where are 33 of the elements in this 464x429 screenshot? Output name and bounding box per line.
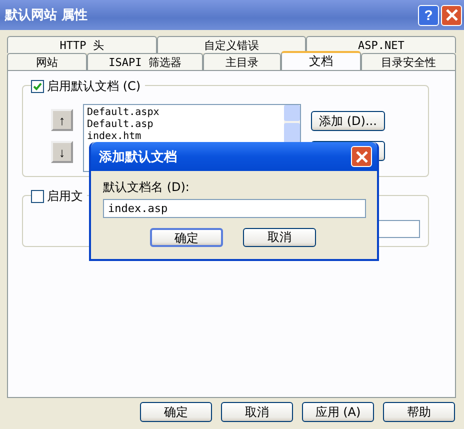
window-title: 默认网站 属性 xyxy=(5,7,89,24)
dialog-button[interactable]: 帮助 xyxy=(383,402,455,422)
move-up-button[interactable]: ↑ xyxy=(51,109,73,131)
checkbox[interactable] xyxy=(31,190,44,203)
tab[interactable]: 文档 xyxy=(281,51,361,70)
dialog-button[interactable]: 取消 xyxy=(221,402,293,422)
add-button[interactable]: 添加 (D)... xyxy=(311,111,385,131)
dialog-button[interactable]: 应用 (A) xyxy=(302,402,374,422)
close-icon xyxy=(444,8,458,22)
dialog-button[interactable]: 取消 xyxy=(243,228,316,247)
list-item[interactable]: Default.asp xyxy=(87,119,281,131)
dialog-button[interactable]: 确定 xyxy=(140,402,212,422)
move-down-button[interactable]: ↓ xyxy=(51,141,73,163)
list-item[interactable]: index.htm xyxy=(87,131,281,143)
tab[interactable]: HTTP 头 xyxy=(7,36,157,53)
close-icon xyxy=(354,150,368,164)
dialog-button[interactable]: 确定 xyxy=(150,228,223,247)
list-item[interactable]: Default.aspx xyxy=(87,107,281,119)
input-field[interactable]: index.asp xyxy=(103,199,366,218)
help-button[interactable]: ? xyxy=(418,4,439,26)
tab[interactable]: 自定义错误 xyxy=(156,36,306,53)
tab[interactable]: 目录安全性 xyxy=(361,53,456,70)
close-button[interactable] xyxy=(351,146,372,167)
checkbox-label: 启用文 xyxy=(47,188,83,205)
field-label: 默认文档名 (D): xyxy=(103,179,190,196)
tab[interactable]: 网站 xyxy=(7,53,87,70)
checkbox[interactable] xyxy=(31,80,44,93)
tab[interactable]: ISAPI 筛选器 xyxy=(87,53,203,70)
close-button[interactable] xyxy=(441,4,462,26)
tab[interactable]: 主目录 xyxy=(203,53,281,70)
dialog-title: 添加默认文档 xyxy=(99,148,178,166)
tab[interactable]: ASP.NET xyxy=(306,36,456,53)
checkbox-label: 启用默认文档 (C) xyxy=(47,78,141,95)
